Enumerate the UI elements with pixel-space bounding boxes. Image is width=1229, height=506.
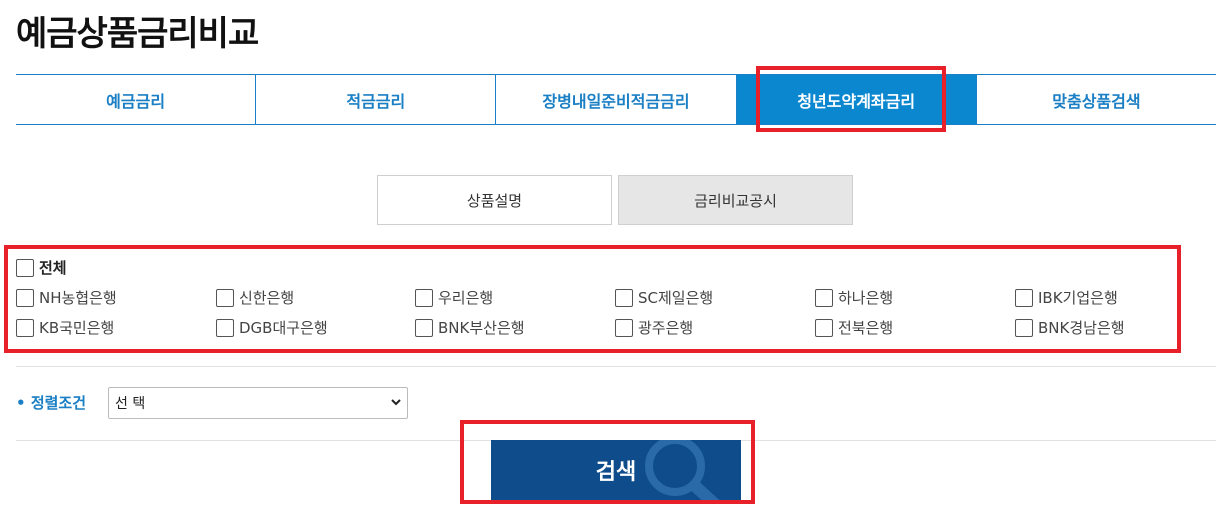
bank-item-sc[interactable]: SC제일은행 — [615, 287, 713, 308]
page-title: 예금상품금리비교 — [16, 14, 259, 54]
sort-selected-value: 선 택 — [115, 396, 146, 412]
search-button[interactable]: 검색 — [491, 440, 741, 500]
tab-deposit-rate[interactable]: 예금금리 — [16, 75, 256, 124]
divider-top — [16, 366, 1216, 367]
bank-checkbox[interactable] — [16, 288, 34, 307]
bank-checkbox[interactable] — [615, 318, 633, 337]
main-tab-bar: 예금금리 적금금리 장병내일준비적금금리 청년도약계좌금리 맞춤상품검색 — [16, 74, 1217, 125]
bank-checkbox[interactable] — [815, 318, 833, 337]
chevron-down-icon — [391, 399, 401, 406]
bank-checkbox[interactable] — [16, 318, 34, 337]
bank-item-kb[interactable]: KB국민은행 — [16, 317, 114, 338]
search-button-label: 검색 — [595, 460, 637, 485]
bank-checkbox[interactable] — [1015, 288, 1033, 307]
bank-label: BNK경남은행 — [1038, 319, 1125, 337]
bank-label: SC제일은행 — [638, 289, 714, 307]
bank-label: BNK부산은행 — [438, 319, 525, 337]
bank-item-gwangju[interactable]: 광주은행 — [615, 317, 693, 338]
bank-checkbox[interactable] — [216, 288, 234, 307]
bank-label: 광주은행 — [638, 319, 694, 337]
bank-checkbox[interactable] — [216, 318, 234, 337]
bank-item-ibk[interactable]: IBK기업은행 — [1015, 287, 1118, 308]
sort-condition-select[interactable]: 선 택 — [108, 387, 408, 419]
bank-item-shinhan[interactable]: 신한은행 — [216, 287, 294, 308]
bank-checkbox[interactable] — [415, 318, 433, 337]
tab-youth-leap-account-rate[interactable]: 청년도약계좌금리 — [735, 75, 976, 124]
check-all[interactable]: 전체 — [16, 257, 67, 278]
bank-checkbox[interactable] — [615, 288, 633, 307]
subtab-product-description[interactable]: 상품설명 — [377, 175, 612, 225]
subtab-rate-comparison[interactable]: 금리비교공시 — [618, 175, 853, 225]
bank-item-bnk-busan[interactable]: BNK부산은행 — [415, 317, 525, 338]
check-all-label: 전체 — [39, 259, 67, 277]
search-icon — [645, 440, 720, 500]
bank-label: 전북은행 — [838, 319, 894, 337]
bank-item-jeonbuk[interactable]: 전북은행 — [815, 317, 893, 338]
bank-item-nh[interactable]: NH농협은행 — [16, 287, 117, 308]
bank-item-dgb[interactable]: DGB대구은행 — [216, 317, 328, 338]
checkbox-all[interactable] — [16, 258, 34, 277]
bank-checkbox[interactable] — [415, 288, 433, 307]
sort-label-text: 정렬조건 — [30, 394, 87, 412]
bank-label: DGB대구은행 — [239, 319, 328, 337]
bank-label: 하나은행 — [838, 289, 894, 307]
bank-label: KB국민은행 — [39, 319, 115, 337]
tab-soldier-savings-rate[interactable]: 장병내일준비적금금리 — [495, 75, 736, 124]
bank-label: 신한은행 — [239, 289, 295, 307]
bank-item-bnk-gyeongnam[interactable]: BNK경남은행 — [1015, 317, 1125, 338]
tab-custom-product-search[interactable]: 맞춤상품검색 — [975, 75, 1217, 124]
bank-label: IBK기업은행 — [1038, 289, 1118, 307]
bank-checkbox[interactable] — [1015, 318, 1033, 337]
bank-label: NH농협은행 — [39, 289, 117, 307]
sort-condition-label: • 정렬조건 — [16, 394, 87, 412]
tab-savings-rate[interactable]: 적금금리 — [255, 75, 496, 124]
highlight-bank-filter — [4, 245, 1181, 353]
bank-label: 우리은행 — [438, 289, 494, 307]
bank-checkbox[interactable] — [815, 288, 833, 307]
bank-item-woori[interactable]: 우리은행 — [415, 287, 493, 308]
bank-item-hana[interactable]: 하나은행 — [815, 287, 893, 308]
